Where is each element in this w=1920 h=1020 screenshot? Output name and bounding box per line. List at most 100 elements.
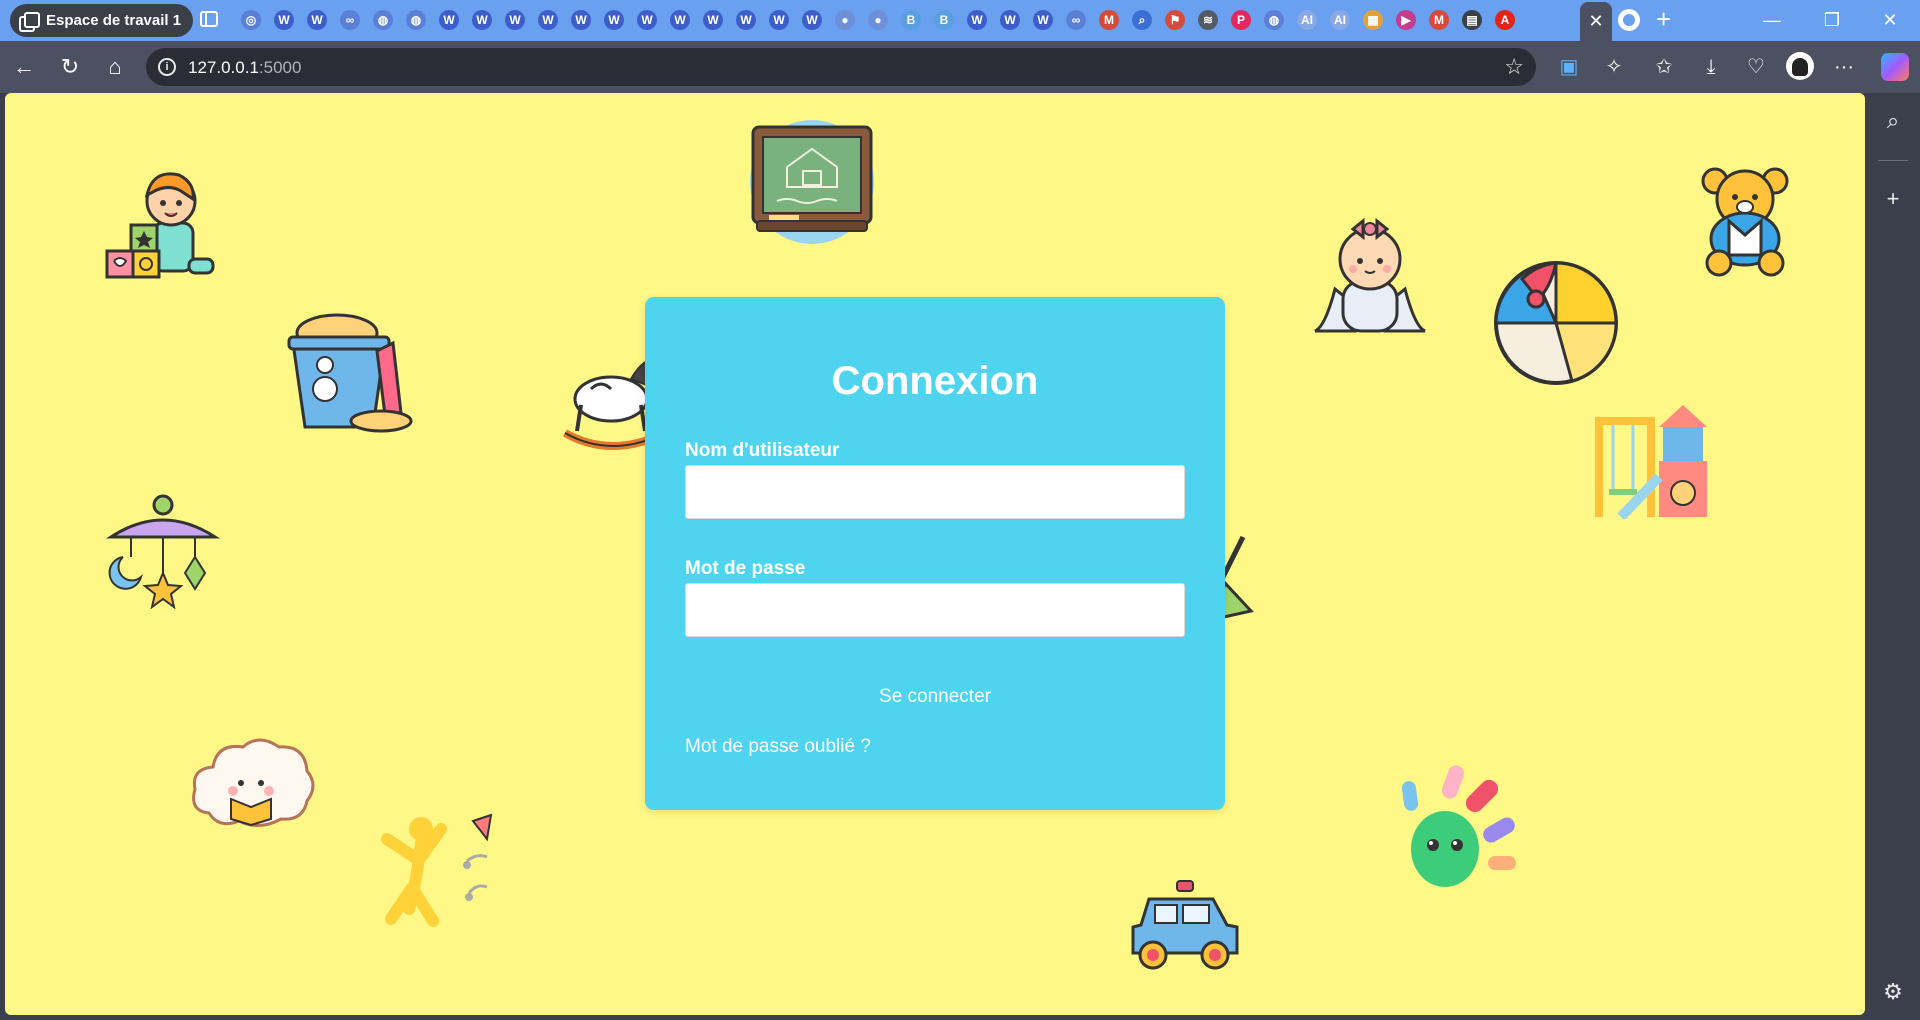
pinned-tab[interactable]: ◍ <box>370 7 396 33</box>
meta-icon: ∞ <box>340 10 360 30</box>
pinned-tab[interactable]: ≋ <box>1195 7 1221 33</box>
globe-icon: ◎ <box>241 10 261 30</box>
pinned-tab[interactable]: W <box>271 7 297 33</box>
downloads-icon[interactable]: ⤓ <box>1697 53 1725 81</box>
pinned-tab[interactable]: W <box>634 7 660 33</box>
pinned-tab[interactable]: ⚑ <box>1162 7 1188 33</box>
pinned-tab[interactable]: P <box>1228 7 1254 33</box>
pinned-tab[interactable]: M <box>1096 7 1122 33</box>
copilot-icon[interactable] <box>1881 53 1909 81</box>
maps-icon: ⚑ <box>1165 10 1185 30</box>
toy-car-icon <box>1131 880 1239 970</box>
browser-toolbar: ← ↻ ⌂ i 127.0.0.1:5000 ☆ ▣ ✧ ✩ ⤓ ♡ ··· <box>0 41 1920 93</box>
site-info-icon[interactable]: i <box>158 58 176 76</box>
pinned-tab[interactable]: ∞ <box>1063 7 1089 33</box>
favorites-icon[interactable]: ✩ <box>1650 53 1678 81</box>
wordpress-icon: W <box>505 10 525 30</box>
pinned-tab[interactable]: W <box>997 7 1023 33</box>
side-search-icon[interactable]: ⌕ <box>1879 107 1907 135</box>
favorite-star-icon[interactable]: ☆ <box>1504 54 1524 80</box>
restore-button[interactable]: ❐ <box>1802 0 1862 41</box>
home-button[interactable]: ⌂ <box>101 53 129 81</box>
extensions-icon[interactable]: ✧ <box>1600 53 1628 81</box>
pinned-tab[interactable]: W <box>964 7 990 33</box>
pinned-tab[interactable]: ▦ <box>1360 7 1386 33</box>
workspace-button[interactable]: Espace de travail 1 <box>10 4 194 37</box>
forgot-password-link[interactable]: Mot de passe oublié ? <box>685 736 871 758</box>
side-divider <box>1878 160 1908 161</box>
profile-avatar[interactable] <box>1786 52 1814 80</box>
teddy-bear-icon <box>1701 167 1789 277</box>
pinned-tab[interactable]: ⌕ <box>1129 7 1155 33</box>
url-port: :5000 <box>258 58 302 77</box>
wordpress-icon: W <box>670 10 690 30</box>
reload-button[interactable]: ↻ <box>56 53 84 81</box>
username-input[interactable] <box>685 465 1185 519</box>
baby-girl-icon <box>1314 217 1426 333</box>
ai-icon: AI <box>1330 10 1350 30</box>
ai-icon: AI <box>1297 10 1317 30</box>
hand-paint-icon <box>1401 765 1516 887</box>
pinned-tab[interactable]: B <box>931 7 957 33</box>
pinned-tab[interactable]: ∞ <box>337 7 363 33</box>
url-text[interactable]: 127.0.0.1:5000 <box>188 58 301 78</box>
pinned-tab[interactable]: ◍ <box>403 7 429 33</box>
drop-icon: ● <box>868 10 888 30</box>
wordpress-icon: W <box>967 10 987 30</box>
pinned-tab[interactable]: W <box>502 7 528 33</box>
wordpress-icon: W <box>637 10 657 30</box>
close-window-button[interactable]: ✕ <box>1860 0 1920 41</box>
globe-icon: ◍ <box>1264 10 1284 30</box>
new-tab-button[interactable]: + <box>1656 6 1671 32</box>
more-menu-icon[interactable]: ··· <box>1830 53 1858 81</box>
pinned-tab[interactable]: W <box>700 7 726 33</box>
pinned-tab[interactable]: M <box>1426 7 1452 33</box>
pinned-tab[interactable]: W <box>667 7 693 33</box>
active-tab[interactable]: ✕ <box>1580 2 1612 41</box>
pinned-tab[interactable]: ◎ <box>238 7 264 33</box>
chalkboard-house-icon <box>750 120 874 244</box>
pinned-tab[interactable]: W <box>568 7 594 33</box>
pinned-tab[interactable]: ● <box>865 7 891 33</box>
reader-extension-icon[interactable]: ▣ <box>1555 53 1583 81</box>
adobe-icon: A <box>1495 10 1515 30</box>
jumping-child-icon <box>381 813 493 927</box>
pinned-tab[interactable]: A <box>1492 7 1518 33</box>
back-button[interactable]: ← <box>10 53 38 81</box>
pinned-tab[interactable]: B <box>898 7 924 33</box>
password-input[interactable] <box>685 583 1185 637</box>
pinned-tab[interactable]: ◍ <box>1261 7 1287 33</box>
pinned-tab[interactable]: ● <box>832 7 858 33</box>
login-button[interactable]: Se connecter <box>685 678 1185 716</box>
wordpress-icon: W <box>604 10 624 30</box>
wordpress-icon: W <box>802 10 822 30</box>
pinned-tab[interactable]: W <box>733 7 759 33</box>
pinned-tab[interactable]: W <box>535 7 561 33</box>
github-tab-icon[interactable] <box>1618 9 1640 31</box>
tab-actions-icon[interactable] <box>200 11 218 27</box>
login-title: Connexion <box>831 359 1039 403</box>
tab-strip: Espace de travail 1 ◎ W W ∞ ◍ ◍ W W W W W W W W W W W W ● ●… <box>0 0 1920 41</box>
meta-icon: ∞ <box>1066 10 1086 30</box>
pinned-tab[interactable]: W <box>436 7 462 33</box>
pinned-tab[interactable]: AI <box>1327 7 1353 33</box>
globe-icon: ◍ <box>373 10 393 30</box>
pinned-tab[interactable]: W <box>469 7 495 33</box>
boy-with-blocks-icon <box>105 172 215 279</box>
pinned-tab[interactable]: W <box>766 7 792 33</box>
pinned-tabs: ◎ W W ∞ ◍ ◍ W W W W W W W W W W W W ● ● B B W W W ∞ M ⌕ ⚑ ≋ P ◍ AI AI ▦ ▶ M ▤… <box>238 7 1518 33</box>
workspace-label: Espace de travail 1 <box>46 12 182 29</box>
side-add-icon[interactable]: + <box>1879 185 1907 213</box>
browser-health-icon[interactable]: ♡ <box>1742 53 1770 81</box>
pinned-tab[interactable]: AI <box>1294 7 1320 33</box>
side-settings-icon[interactable]: ⚙ <box>1879 978 1907 1006</box>
address-bar[interactable]: i 127.0.0.1:5000 ☆ <box>146 48 1536 86</box>
close-tab-icon[interactable]: ✕ <box>1588 11 1603 32</box>
pinned-tab[interactable]: W <box>1030 7 1056 33</box>
minimize-button[interactable]: — <box>1742 0 1802 41</box>
pinned-tab[interactable]: W <box>304 7 330 33</box>
pinned-tab[interactable]: ▤ <box>1459 7 1485 33</box>
pinned-tab[interactable]: W <box>601 7 627 33</box>
pinned-tab[interactable]: ▶ <box>1393 7 1419 33</box>
pinned-tab[interactable]: W <box>799 7 825 33</box>
